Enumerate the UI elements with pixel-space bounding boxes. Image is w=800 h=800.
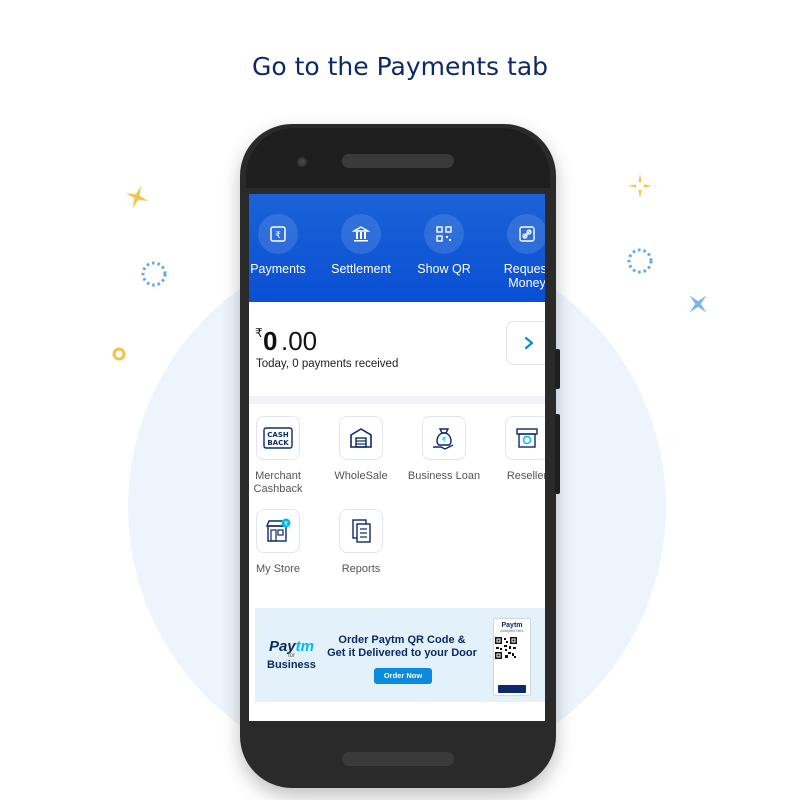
action-request-money-label-line2: Money bbox=[508, 276, 545, 290]
camera-icon bbox=[297, 157, 307, 167]
svg-text:BACK: BACK bbox=[267, 439, 289, 447]
rupee-icon: ₹ bbox=[258, 214, 298, 254]
shop-icon bbox=[505, 416, 545, 460]
paytm-logo-part-b: tm bbox=[295, 638, 314, 655]
svg-text:₹: ₹ bbox=[442, 436, 447, 444]
service-reseller[interactable]: Reseller bbox=[487, 416, 545, 483]
svg-text:₹: ₹ bbox=[275, 231, 281, 241]
sparkle-ring-right-icon bbox=[627, 248, 653, 274]
reports-icon bbox=[339, 509, 383, 553]
service-merchant-cashback-label-line1: Merchant bbox=[255, 470, 301, 482]
balance-amount-integer: 0 bbox=[263, 326, 278, 356]
service-my-store[interactable]: ₹ My Store bbox=[249, 509, 318, 576]
service-business-loan-label: Business Loan bbox=[407, 470, 481, 482]
section-divider bbox=[249, 396, 545, 404]
warehouse-icon bbox=[339, 416, 383, 460]
bank-icon bbox=[341, 214, 381, 254]
banner-headline-line2: Get it Delivered to your Door bbox=[327, 647, 477, 659]
currency-symbol: ₹ bbox=[255, 326, 263, 340]
action-request-money-label: RequestMoney bbox=[487, 262, 545, 290]
chevron-right-icon bbox=[524, 336, 534, 350]
speaker-top bbox=[342, 154, 454, 168]
service-wholesale[interactable]: WholeSale bbox=[321, 416, 401, 483]
service-merchant-cashback-label: Merchant Cashback bbox=[249, 470, 318, 496]
service-reports[interactable]: Reports bbox=[321, 509, 401, 576]
svg-text:CASH: CASH bbox=[267, 431, 289, 439]
quick-actions-header: ₹ Payments Settlement Show QR RequestMon… bbox=[249, 194, 545, 302]
app-screen: ₹ Payments Settlement Show QR RequestMon… bbox=[249, 194, 545, 721]
page-title: Go to the Payments tab bbox=[251, 52, 549, 81]
order-now-button[interactable]: Order Now bbox=[374, 668, 432, 684]
action-request-money[interactable]: RequestMoney bbox=[487, 214, 545, 290]
balance-amount-decimal: .00 bbox=[281, 326, 318, 356]
action-request-money-label-line1: Request bbox=[503, 262, 545, 276]
standee-subtitle: Accepted Here bbox=[500, 629, 524, 633]
action-show-qr-label: Show QR bbox=[417, 262, 471, 276]
paytm-business-logo: Paytm for Business bbox=[267, 638, 316, 671]
service-business-loan[interactable]: ₹ Business Loan bbox=[404, 416, 484, 483]
qr-standee-image: Paytm Accepted Here bbox=[493, 618, 531, 696]
service-merchant-cashback[interactable]: CASH BACK Merchant Cashback bbox=[249, 416, 318, 496]
sparkle-yellow-right-icon bbox=[628, 174, 652, 198]
promo-banner[interactable]: Paytm for Business Order Paytm QR Code &… bbox=[255, 608, 545, 702]
service-merchant-cashback-label-line2: Cashback bbox=[253, 483, 303, 495]
service-reseller-label: Reseller bbox=[506, 470, 545, 482]
sparkle-ring-left-icon bbox=[141, 261, 167, 287]
cashback-icon: CASH BACK bbox=[256, 416, 300, 460]
action-settlement[interactable]: Settlement bbox=[321, 214, 401, 276]
action-payments[interactable]: ₹ Payments bbox=[249, 214, 318, 276]
sparkle-dot-yellow-icon bbox=[112, 347, 126, 361]
action-payments-label: Payments bbox=[250, 262, 306, 276]
volume-button bbox=[555, 414, 560, 494]
speaker-bottom bbox=[342, 752, 454, 766]
qr-icon bbox=[424, 214, 464, 254]
banner-headline-line1: Order Paytm QR Code & bbox=[338, 634, 466, 646]
svg-text:₹: ₹ bbox=[284, 521, 288, 528]
today-payments-text: Today, 0 payments received bbox=[256, 358, 399, 370]
balance-details-button[interactable] bbox=[506, 321, 545, 365]
action-show-qr[interactable]: Show QR bbox=[404, 214, 484, 276]
power-button bbox=[555, 349, 560, 389]
sparkle-blue-right-icon bbox=[689, 295, 707, 313]
standee-base bbox=[498, 685, 526, 693]
sparkle-yellow-left-icon bbox=[125, 185, 149, 209]
service-reports-label: Reports bbox=[341, 563, 381, 575]
service-my-store-label: My Store bbox=[255, 563, 300, 575]
action-settlement-label: Settlement bbox=[331, 262, 391, 276]
link-icon bbox=[507, 214, 545, 254]
qr-code-icon bbox=[494, 636, 518, 660]
banner-headline: Order Paytm QR Code & Get it Delivered t… bbox=[327, 634, 477, 660]
money-bag-icon: ₹ bbox=[422, 416, 466, 460]
service-wholesale-label: WholeSale bbox=[334, 470, 388, 482]
balance-card: ₹ 0 .00 Today, 0 payments received bbox=[249, 302, 545, 396]
store-icon: ₹ bbox=[256, 509, 300, 553]
logo-business-text: Business bbox=[267, 659, 316, 671]
standee-logo: Paytm bbox=[501, 622, 523, 629]
